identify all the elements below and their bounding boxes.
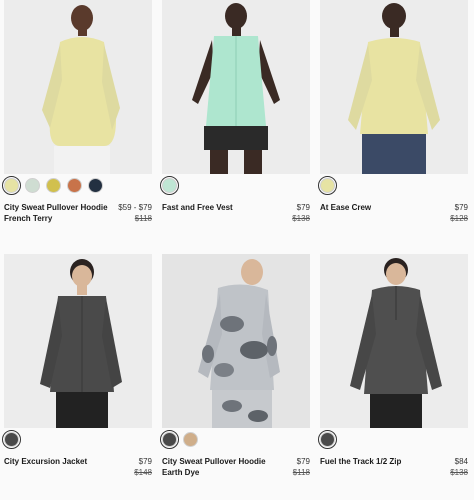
color-swatch[interactable] [88, 178, 103, 193]
product-image[interactable] [320, 0, 468, 174]
product-price: $79 $138 [292, 202, 310, 224]
color-swatches [317, 429, 338, 450]
original-price: $148 [134, 468, 152, 477]
color-swatches [1, 429, 22, 450]
product-price: $79 $148 [134, 456, 152, 478]
product-image-hoodie-tie-dye [162, 254, 310, 428]
color-swatch[interactable] [317, 175, 338, 196]
sale-price: $79 [454, 203, 468, 212]
product-name[interactable]: City Sweat Pullover Hoodie Earth Dye [162, 456, 270, 478]
original-price: $118 [292, 468, 310, 477]
product-image[interactable] [162, 254, 310, 428]
color-swatch[interactable] [183, 432, 198, 447]
color-swatch[interactable] [1, 175, 22, 196]
product-image-hoodie-yellow [4, 0, 152, 174]
product-price: $79 $128 [450, 202, 468, 224]
product-name[interactable]: Fuel the Track 1/2 Zip [320, 456, 428, 467]
product-image[interactable] [320, 254, 468, 428]
color-swatch[interactable] [317, 429, 338, 450]
original-price: $128 [450, 214, 468, 223]
product-image[interactable] [162, 0, 310, 174]
product-name[interactable]: City Sweat Pullover Hoodie French Terry [4, 202, 112, 224]
product-name[interactable]: At Ease Crew [320, 202, 428, 213]
color-swatches [159, 175, 180, 196]
product-image-crew-yellow [320, 0, 468, 174]
product-image-half-zip-grey [320, 254, 468, 428]
product-image[interactable] [4, 254, 152, 428]
product-image[interactable] [4, 0, 152, 174]
color-swatches [1, 175, 103, 196]
sale-price: $84 [454, 457, 468, 466]
color-swatch[interactable] [1, 429, 22, 450]
product-name[interactable]: City Excursion Jacket [4, 456, 112, 467]
color-swatch[interactable] [67, 178, 82, 193]
product-price: $59 - $79 $118 [118, 202, 152, 224]
color-swatch[interactable] [159, 429, 180, 450]
product-grid: City Sweat Pullover Hoodie French Terry … [0, 0, 474, 500]
original-price: $118 [134, 214, 152, 223]
color-swatch[interactable] [46, 178, 61, 193]
product-price: $84 $138 [450, 456, 468, 478]
color-swatches [317, 175, 338, 196]
original-price: $138 [292, 214, 310, 223]
sale-price: $79 [138, 457, 152, 466]
product-name[interactable]: Fast and Free Vest [162, 202, 270, 213]
product-price: $79 $118 [293, 456, 310, 478]
sale-price: $79 [296, 203, 310, 212]
sale-price: $59 - $79 [118, 203, 152, 212]
color-swatches [159, 429, 198, 450]
original-price: $138 [450, 468, 468, 477]
sale-price: $79 [296, 457, 310, 466]
product-image-vest-mint [162, 0, 310, 174]
product-image-jacket-grey [4, 254, 152, 428]
color-swatch[interactable] [159, 175, 180, 196]
color-swatch[interactable] [25, 178, 40, 193]
